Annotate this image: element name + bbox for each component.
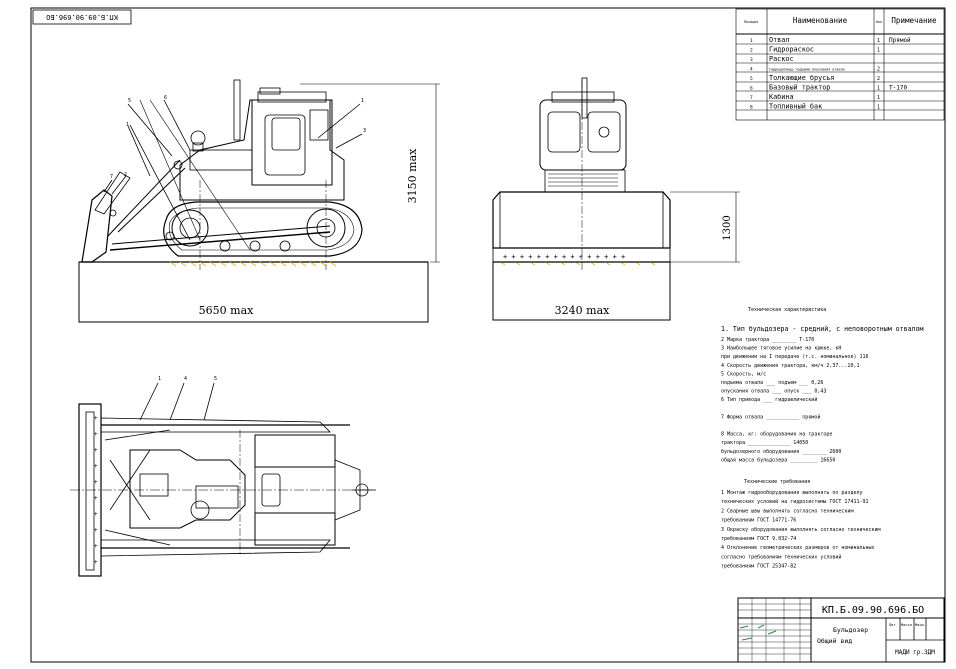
side-callout: 1 [361, 98, 364, 104]
parts-row-pos: 7 [750, 95, 753, 101]
parts-row-pos: 1 [750, 38, 753, 44]
requirements-line: 3 Окраску оборудования выполнять согласн… [721, 526, 881, 533]
svg-text:+: + [94, 431, 98, 438]
dim-side-length: 5650 max [199, 304, 254, 317]
requirements-line: требованиям ГОСТ 14771-76 [721, 517, 796, 524]
parts-row-name: Базовый трактор [769, 84, 830, 92]
specs-line: 3 Наибольшее тяговое усилие на крюке, кН [721, 345, 841, 352]
dim-front-blade-height: 1300 [722, 215, 733, 240]
svg-text:+: + [94, 463, 98, 470]
parts-row-qty: 2 [877, 67, 880, 73]
corner-stamp-text: КП.Б.09.90.696.БО [46, 13, 118, 21]
specs-main: 1. Тип бульдозера - средний, с неповорот… [721, 325, 923, 333]
title-scale: Масш. [915, 623, 926, 627]
parts-row-note: Т-170 [889, 85, 907, 92]
specs-line: 2 Марка трактора ________ Т-170 [721, 337, 814, 343]
parts-row-pos: 4 [750, 67, 753, 73]
dim-side-height: 3150 max [406, 148, 419, 203]
svg-text:+: + [94, 527, 98, 534]
header-name: Наименование [793, 16, 848, 25]
plan-callout: 4 [184, 376, 187, 382]
side-callout: 3 [363, 128, 366, 134]
title-org: МАДИ гр.ЗДМ [895, 649, 935, 656]
requirements-line: требованиям ГОСТ 9.032-74 [721, 535, 796, 542]
parts-row-qty: 1 [877, 86, 880, 92]
parts-row-name: Толкающие брусья [769, 74, 834, 82]
title-doc-number: КП.Б.09.90.696.БО [822, 605, 924, 616]
specs-line: при движении на I передаче (т.с. номинал… [721, 354, 869, 360]
parts-row-pos: 5 [750, 76, 753, 82]
requirements-line: 1 Монтаж гидрооборудования выполнять по … [721, 489, 862, 496]
parts-row-qty: 1 [877, 38, 880, 44]
dim-front-width: 3240 max [555, 304, 610, 317]
svg-text:+: + [94, 447, 98, 454]
svg-text:+ + + + + + + + + + + + + + +: + + + + + + + + + + + + + + + [503, 253, 625, 261]
parts-row-name: Кабина [769, 93, 794, 101]
specs-line: 4 Скорость движения трактора, км/ч 2,37.… [721, 363, 859, 369]
svg-text:+: + [94, 495, 98, 502]
requirements-line: технических условий на гидросистемы ГОСТ… [721, 499, 869, 505]
title-subname: Общий вид [817, 637, 852, 645]
parts-row-name: Топливный бак [769, 103, 822, 111]
drawing-sheet: КП.Б.09.90.696.БО Позиция Наименование К… [0, 0, 956, 669]
specs-line: 5 Скорость, м/с [721, 371, 766, 377]
side-callout: 7 [110, 174, 113, 180]
parts-row-pos: 6 [750, 86, 753, 92]
side-callout: 1 [126, 122, 129, 128]
header-qty: Кол [876, 20, 882, 24]
title-sheet: Лит [889, 623, 896, 627]
header-note: Примечание [891, 16, 937, 25]
specs-line: 7 Форма отвала ___________ прямой [721, 414, 820, 420]
plan-callout: 5 [214, 376, 217, 382]
specs-line: бульдозерного оборудования ________ 2600 [721, 448, 841, 455]
svg-text:+: + [94, 511, 98, 518]
parts-row-note: Прямой [889, 37, 911, 44]
side-callout: 6 [164, 95, 167, 101]
requirements-line: 2 Сварные швы выполнять согласно техниче… [721, 508, 853, 514]
svg-text:+: + [94, 415, 98, 422]
side-callout: 5 [128, 98, 131, 104]
requirements-line: требованиям ГОСТ 25347-82 [721, 563, 796, 570]
parts-row-qty: 1 [877, 95, 880, 101]
title-name: Бульдозер [833, 626, 868, 634]
plan-callout: 1 [158, 376, 161, 382]
parts-row-name: Гидроцилиндр подъема-опускания отвала [769, 68, 845, 72]
svg-text:+: + [94, 479, 98, 486]
specs-line: общая масса бульдозера _________ 16650 [721, 456, 835, 463]
specs-heading: Техническая характеристика [748, 307, 826, 313]
parts-row-name: Гидрораскос [769, 46, 814, 54]
parts-row-name: Раскос [769, 55, 794, 63]
header-pos: Позиция [744, 20, 758, 24]
requirements-line: 4 Отклонение геометрических размеров от … [721, 545, 875, 551]
parts-row-pos: 2 [750, 48, 753, 54]
specs-line: опускания отвала ___ опуск ___ 0,43 [721, 389, 826, 395]
parts-row-name: Отвал [769, 36, 789, 44]
specs-line: тракторa ______________ 14050 [721, 440, 808, 446]
requirements-heading: Технические требования [744, 478, 810, 485]
parts-row-qty: 2 [877, 76, 880, 82]
front-blade-bolts: + + + + + + + + + + + + + + + [503, 253, 625, 261]
title-mass: Масса [901, 623, 912, 627]
parts-row-pos: 8 [750, 105, 753, 111]
parts-row-qty: 1 [877, 48, 880, 54]
specs-line: 8 Масса, кг: оборудования на тракторе [721, 431, 832, 438]
specs-line: 6 Тип привода ___ гидравлический [721, 397, 817, 403]
requirements-line: согласно требованиям технических условий [721, 553, 841, 560]
side-callout: 2 [124, 172, 127, 178]
svg-text:+: + [94, 543, 98, 550]
parts-row-qty: 1 [877, 105, 880, 111]
specs-line: подъема отвала ___ подъем ___ 0,26 [721, 380, 823, 386]
parts-row-pos: 3 [750, 57, 753, 63]
svg-text:+: + [94, 559, 98, 566]
